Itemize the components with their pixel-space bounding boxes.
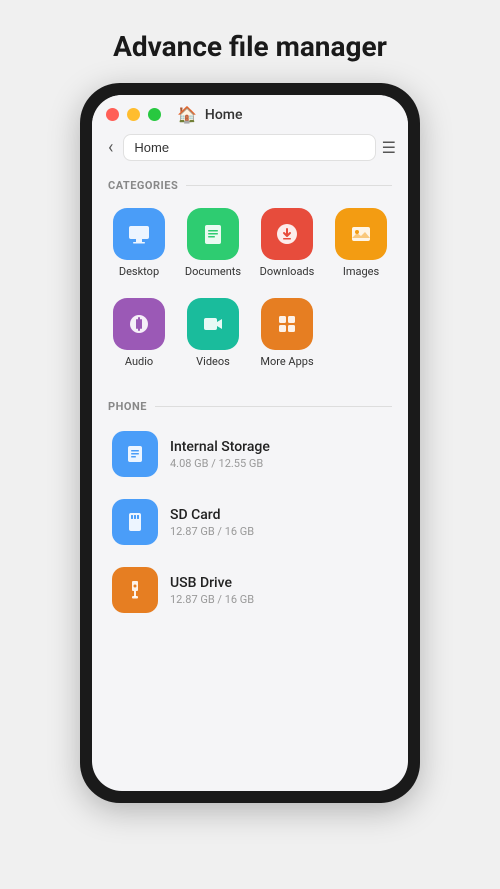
phone-frame: 🏠 Home ‹ ☰ CATEGORIES — [80, 83, 420, 803]
usb-info: USB Drive 12.87 GB / 16 GB — [170, 575, 388, 606]
internal-storage-icon — [112, 431, 158, 477]
minimize-button[interactable] — [127, 108, 140, 121]
phone-divider — [155, 406, 392, 407]
desktop-icon — [113, 208, 165, 260]
category-item-more-apps[interactable]: More Apps — [252, 290, 322, 376]
category-item-images[interactable]: Images — [326, 200, 396, 286]
downloads-icon — [261, 208, 313, 260]
maximize-button[interactable] — [148, 108, 161, 121]
more-apps-label: More Apps — [260, 355, 313, 368]
desktop-label: Desktop — [119, 265, 159, 278]
category-item-documents[interactable]: Documents — [178, 200, 248, 286]
category-item-videos[interactable]: Videos — [178, 290, 248, 376]
phone-label: PHONE — [108, 400, 147, 413]
audio-icon — [113, 298, 165, 350]
sdcard-name: SD Card — [170, 507, 388, 523]
usb-size: 12.87 GB / 16 GB — [170, 593, 388, 606]
back-button[interactable]: ‹ — [104, 135, 117, 160]
sdcard-icon — [112, 499, 158, 545]
address-bar-row: ‹ ☰ — [92, 130, 408, 167]
categories-section-header: CATEGORIES — [92, 167, 408, 200]
downloads-label: Downloads — [260, 265, 315, 278]
address-input[interactable] — [123, 134, 375, 161]
usb-icon — [112, 567, 158, 613]
sdcard-info: SD Card 12.87 GB / 16 GB — [170, 507, 388, 538]
category-grid: Desktop Documents — [92, 200, 408, 388]
storage-item-internal[interactable]: Internal Storage 4.08 GB / 12.55 GB — [104, 421, 396, 487]
videos-icon — [187, 298, 239, 350]
sdcard-size: 12.87 GB / 16 GB — [170, 525, 388, 538]
category-item-desktop[interactable]: Desktop — [104, 200, 174, 286]
categories-label: CATEGORIES — [108, 179, 178, 192]
storage-item-usb[interactable]: USB Drive 12.87 GB / 16 GB — [104, 557, 396, 623]
category-item-downloads[interactable]: Downloads — [252, 200, 322, 286]
window-title: Home — [205, 107, 243, 123]
home-icon: 🏠 — [177, 105, 197, 124]
title-bar: 🏠 Home — [92, 95, 408, 130]
audio-label: Audio — [125, 355, 153, 368]
usb-name: USB Drive — [170, 575, 388, 591]
more-apps-icon — [261, 298, 313, 350]
categories-divider — [186, 185, 392, 186]
list-view-button[interactable]: ☰ — [382, 138, 396, 157]
phone-section-header: PHONE — [92, 388, 408, 421]
images-icon — [335, 208, 387, 260]
internal-storage-size: 4.08 GB / 12.55 GB — [170, 457, 388, 470]
close-button[interactable] — [106, 108, 119, 121]
documents-icon — [187, 208, 239, 260]
page-title: Advance file manager — [113, 30, 387, 63]
images-label: Images — [343, 265, 379, 278]
storage-item-sdcard[interactable]: SD Card 12.87 GB / 16 GB — [104, 489, 396, 555]
storage-list: Internal Storage 4.08 GB / 12.55 GB — [92, 421, 408, 623]
phone-screen: 🏠 Home ‹ ☰ CATEGORIES — [92, 95, 408, 791]
category-item-audio[interactable]: Audio — [104, 290, 174, 376]
documents-label: Documents — [185, 265, 241, 278]
internal-storage-info: Internal Storage 4.08 GB / 12.55 GB — [170, 439, 388, 470]
videos-label: Videos — [196, 355, 230, 368]
scroll-content: CATEGORIES Desktop — [92, 167, 408, 791]
internal-storage-name: Internal Storage — [170, 439, 388, 455]
